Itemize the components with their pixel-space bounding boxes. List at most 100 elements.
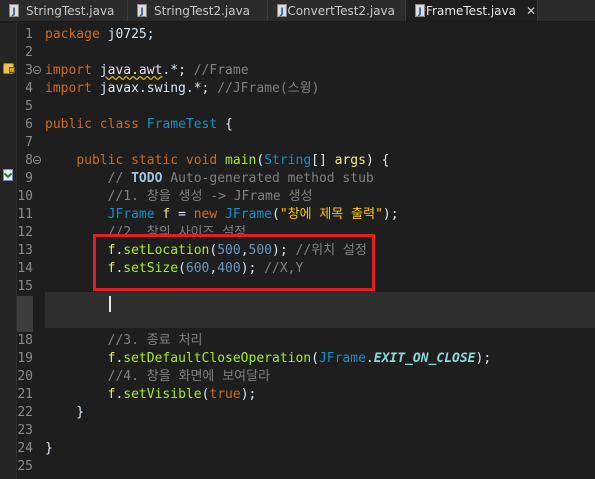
code-line[interactable]: 8 public static void main(String[] args)… bbox=[0, 152, 595, 170]
code-text: public static void main(String[] args) { bbox=[45, 152, 389, 170]
code-text: package j0725; bbox=[45, 26, 155, 44]
code-token: JFrame bbox=[318, 351, 366, 366]
code-line[interactable]: 10 //1. 창을 생성 -> JFrame 생성 bbox=[0, 188, 595, 206]
code-line[interactable]: 18 //3. 종료 처리 bbox=[0, 332, 595, 350]
code-line[interactable] bbox=[0, 314, 595, 332]
code-text: f.setDefaultCloseOperation(JFrame.EXIT_O… bbox=[45, 350, 492, 368]
code-line[interactable]: 21 f.setVisible(true); bbox=[0, 386, 595, 404]
line-number: 1 bbox=[25, 27, 33, 42]
line-number: 25 bbox=[17, 459, 33, 474]
code-token: public bbox=[76, 153, 124, 168]
line-number: 10 bbox=[17, 189, 33, 204]
code-line[interactable]: 19 f.setDefaultCloseOperation(JFrame.EXI… bbox=[0, 350, 595, 368]
line-number: 12 bbox=[17, 225, 33, 240]
line-number: 14 bbox=[17, 261, 33, 276]
code-line[interactable]: 20 //4. 창을 화면에 보여달라 bbox=[0, 368, 595, 386]
code-editor[interactable]: 1 package j0725; 2 3 import java.awt.*; //Fr… bbox=[0, 23, 595, 479]
editor-tab-bar: J StringTest.java J StringTest2.java J Conver… bbox=[0, 0, 595, 22]
code-text: //1. 창을 생성 -> JFrame 생성 bbox=[45, 188, 313, 206]
line-number: 23 bbox=[17, 423, 33, 438]
tab-0[interactable]: J StringTest.java bbox=[0, 0, 128, 21]
code-token: .*; bbox=[162, 63, 194, 78]
line-number: 13 bbox=[17, 243, 33, 258]
highlight-annotation-box bbox=[93, 234, 375, 291]
code-line[interactable]: 7 bbox=[0, 134, 595, 152]
line-number: 6 bbox=[25, 117, 33, 132]
line-number: 5 bbox=[25, 99, 33, 114]
line-number: 4 bbox=[25, 81, 33, 96]
code-line[interactable]: 11 JFrame f = new JFrame("창에 제목 출력"); bbox=[0, 206, 595, 224]
code-text: JFrame f = new JFrame("창에 제목 출력"); bbox=[45, 206, 399, 224]
fold-toggle-icon[interactable] bbox=[33, 66, 41, 74]
code-line[interactable] bbox=[0, 296, 595, 314]
code-line[interactable]: 25 bbox=[0, 458, 595, 476]
code-token: //1. 창을 생성 -> JFrame 생성 bbox=[107, 189, 313, 204]
code-token: } bbox=[45, 441, 53, 456]
code-text: } bbox=[45, 404, 84, 422]
code-token: j0725; bbox=[99, 27, 155, 42]
code-text: f.setVisible(true); bbox=[45, 386, 257, 404]
line-number: 9 bbox=[25, 171, 33, 186]
code-token: String bbox=[264, 153, 312, 168]
code-token: new bbox=[193, 207, 218, 222]
code-token: //4. 창을 화면에 보여달라 bbox=[107, 369, 271, 384]
java-file-icon: J bbox=[136, 3, 148, 18]
fold-toggle-icon[interactable] bbox=[33, 156, 41, 164]
code-token: package bbox=[45, 27, 100, 42]
code-line[interactable]: 2 bbox=[0, 44, 595, 62]
code-token: java.awt bbox=[99, 63, 163, 78]
code-token: //JFrame(스윙) bbox=[217, 81, 320, 96]
code-line[interactable]: 9 // TODO Auto-generated method stub bbox=[0, 170, 595, 188]
tab-3[interactable]: J *FrameTest.java ✕ bbox=[406, 0, 538, 21]
tab-2[interactable]: J ConvertTest2.java bbox=[268, 0, 406, 21]
code-text: //3. 종료 처리 bbox=[45, 332, 203, 350]
code-text: import javax.swing.*; //JFrame(스윙) bbox=[45, 80, 319, 98]
code-token: import bbox=[45, 63, 92, 78]
code-token: { bbox=[217, 117, 233, 132]
line-number: 20 bbox=[17, 369, 33, 384]
close-icon[interactable]: ✕ bbox=[526, 4, 536, 18]
code-token: JFrame bbox=[107, 207, 155, 222]
current-line-gutter bbox=[17, 314, 33, 332]
code-token: ( bbox=[311, 351, 319, 366]
code-token: main bbox=[225, 153, 257, 168]
line-number: 8 bbox=[25, 153, 33, 168]
tab-label: StringTest.java bbox=[26, 3, 115, 18]
code-line[interactable]: 6 public class FrameTest { bbox=[0, 116, 595, 134]
code-line[interactable]: 24} bbox=[0, 440, 595, 458]
tab-1[interactable]: J StringTest2.java bbox=[128, 0, 268, 21]
code-token: ); bbox=[240, 387, 257, 402]
tab-label: StringTest2.java bbox=[154, 3, 251, 18]
code-line[interactable]: 23 bbox=[0, 422, 595, 440]
code-line[interactable]: 5 bbox=[0, 98, 595, 116]
line-number: 15 bbox=[17, 279, 33, 294]
code-token: "창에 제목 출력" bbox=[279, 207, 383, 222]
line-number: 24 bbox=[17, 441, 33, 456]
code-line[interactable]: 22 } bbox=[0, 404, 595, 422]
code-token: ); bbox=[475, 351, 492, 366]
code-text: import java.awt.*; //Frame bbox=[45, 62, 249, 80]
line-number: 18 bbox=[17, 333, 33, 348]
code-line[interactable]: 1 package j0725; bbox=[0, 26, 595, 44]
code-line[interactable]: 4 import javax.swing.*; //JFrame(스윙) bbox=[0, 80, 595, 98]
line-number: 7 bbox=[25, 135, 33, 150]
tab-label: ConvertTest2.java bbox=[287, 3, 395, 18]
code-token: [] bbox=[311, 153, 335, 168]
code-token: javax.swing.*; bbox=[91, 81, 218, 96]
code-token: ); bbox=[382, 207, 399, 222]
code-text: public class FrameTest { bbox=[45, 116, 233, 134]
code-line[interactable]: 3 import java.awt.*; //Frame bbox=[0, 62, 595, 80]
code-token: setDefaultCloseOperation bbox=[123, 351, 312, 366]
code-token: public bbox=[45, 117, 92, 132]
code-token: ( bbox=[256, 153, 265, 168]
code-token: void bbox=[185, 153, 218, 168]
line-number: 21 bbox=[17, 387, 33, 402]
